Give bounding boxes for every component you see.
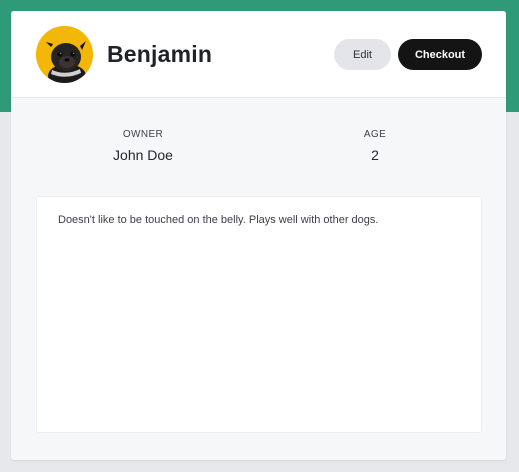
owner-info: OWNER John Doe bbox=[73, 129, 213, 163]
owner-label: OWNER bbox=[122, 129, 164, 140]
pet-detail-card: Benjamin Edit Checkout OWNER John Doe AG… bbox=[11, 11, 506, 460]
age-value: 2 bbox=[371, 147, 379, 163]
card-header: Benjamin Edit Checkout bbox=[11, 11, 506, 98]
pet-name-title: Benjamin bbox=[107, 41, 213, 67]
checkout-button[interactable]: Checkout bbox=[398, 39, 482, 70]
pug-avatar-icon bbox=[36, 26, 93, 83]
owner-value: John Doe bbox=[113, 147, 173, 163]
notes-panel: Doesn't like to be touched on the belly.… bbox=[36, 196, 482, 433]
age-label: AGE bbox=[363, 129, 387, 140]
age-info: AGE 2 bbox=[305, 129, 445, 163]
pet-avatar bbox=[36, 26, 93, 83]
notes-text: Doesn't like to be touched on the belly.… bbox=[58, 214, 379, 226]
edit-button[interactable]: Edit bbox=[334, 39, 391, 70]
